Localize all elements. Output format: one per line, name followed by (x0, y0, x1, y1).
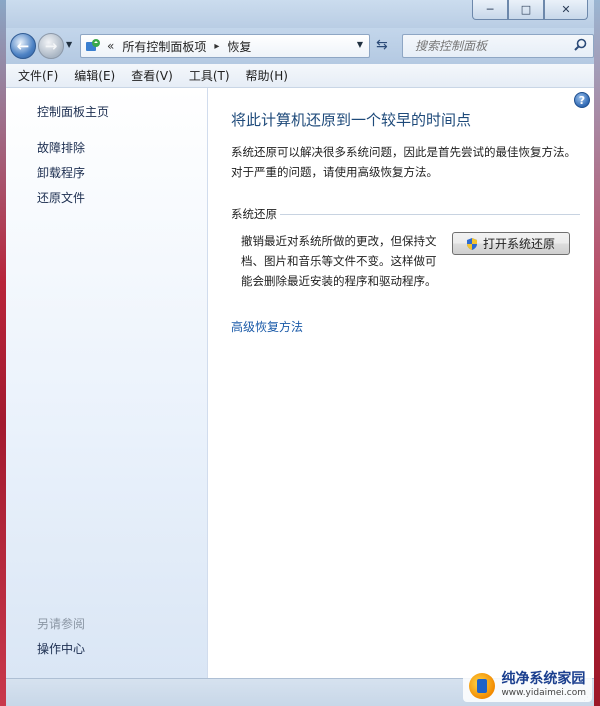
breadcrumb-separator-icon[interactable]: ▸ (214, 41, 219, 52)
title-bar: ─ □ ✕ (6, 0, 594, 28)
open-system-restore-button[interactable]: 打开系统还原 (452, 232, 570, 255)
search-input[interactable] (415, 38, 565, 54)
sidebar-item-action-center[interactable]: 操作中心 (37, 640, 85, 657)
menu-help[interactable]: 帮助(H) (240, 67, 298, 84)
sidebar-item-uninstall-program[interactable]: 卸载程序 (37, 164, 85, 181)
search-icon[interactable] (574, 38, 587, 55)
uac-shield-icon (465, 237, 479, 251)
menu-edit[interactable]: 编辑(E) (68, 67, 125, 84)
address-bar[interactable]: « 所有控制面板项 ▸ 恢复 ▼ (80, 34, 370, 58)
window-controls: ─ □ ✕ (472, 0, 588, 20)
sidebar: 控制面板主页 故障排除 卸载程序 还原文件 另请参阅 操作中心 (6, 88, 208, 678)
forward-button[interactable]: → (38, 33, 64, 59)
advanced-recovery-link[interactable]: 高级恢复方法 (231, 318, 303, 335)
menu-file[interactable]: 文件(F) (12, 67, 68, 84)
watermark-url: www.yidaimei.com (501, 688, 586, 698)
main-content: ? 将此计算机还原到一个较早的时间点 系统还原可以解决很多系统问题，因此是首先尝… (208, 88, 594, 678)
breadcrumb-overflow-icon[interactable]: « (107, 39, 114, 53)
system-restore-description: 撤销最近对系统所做的更改，但保持文档、图片和音乐等文件不变。这样做可能会删除最近… (241, 234, 437, 288)
see-also-heading: 另请参阅 (37, 617, 86, 631)
menu-view[interactable]: 查看(V) (125, 67, 183, 84)
breadcrumb-recovery[interactable]: 恢复 (227, 38, 251, 55)
desktop-wallpaper-right (594, 0, 600, 706)
minimize-button[interactable]: ─ (472, 0, 508, 20)
watermark-logo-icon (469, 673, 496, 699)
watermark-name: 纯净系统家园 (501, 671, 586, 687)
address-dropdown-icon[interactable]: ▼ (357, 40, 363, 49)
open-system-restore-label: 打开系统还原 (483, 237, 556, 251)
page-title: 将此计算机还原到一个较早的时间点 (231, 111, 472, 129)
page-description: 系统还原可以解决很多系统问题，因此是首先尝试的最佳恢复方法。对于严重的问题，请使… (231, 145, 576, 179)
watermark-text: 纯净系统家园 www.yidaimei.com (501, 672, 586, 700)
menu-tools[interactable]: 工具(T) (183, 67, 240, 84)
site-watermark: 纯净系统家园 www.yidaimei.com (463, 670, 592, 702)
menu-bar: 文件(F) 编辑(E) 查看(V) 工具(T) 帮助(H) (6, 64, 594, 88)
sidebar-item-restore-files[interactable]: 还原文件 (37, 189, 85, 206)
sidebar-item-troubleshooting[interactable]: 故障排除 (37, 139, 85, 156)
refresh-icon[interactable]: ⇆ (376, 37, 388, 53)
search-box[interactable] (402, 34, 594, 58)
navigation-bar: ← → ▼ « 所有控制面板项 ▸ 恢复 ▼ ⇆ (6, 28, 594, 64)
maximize-button[interactable]: □ (508, 0, 544, 20)
recent-pages-dropdown-icon[interactable]: ▼ (66, 40, 72, 49)
breadcrumb-all-control-panel-items[interactable]: 所有控制面板项 (122, 38, 206, 55)
control-panel-icon (85, 38, 101, 54)
system-restore-section-label: 系统还原 (231, 207, 277, 221)
sidebar-control-panel-home[interactable]: 控制面板主页 (37, 103, 109, 120)
help-icon[interactable]: ? (574, 92, 590, 108)
section-divider (280, 214, 580, 215)
back-button[interactable]: ← (10, 33, 36, 59)
close-button[interactable]: ✕ (544, 0, 588, 20)
